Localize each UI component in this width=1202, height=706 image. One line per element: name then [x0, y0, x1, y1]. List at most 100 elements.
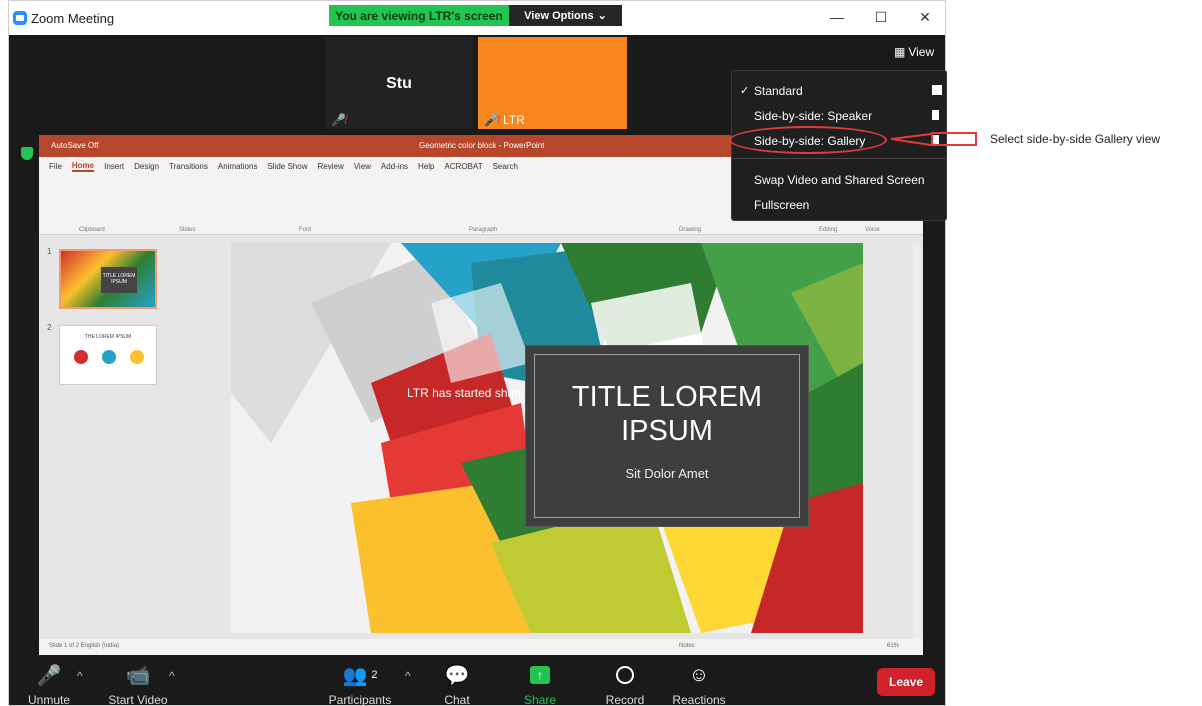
participants-icon: 👥 2 — [342, 664, 378, 687]
thumbnail-title: THE LOREM IPSUM — [84, 334, 132, 340]
ribbon-group-font: Font — [299, 227, 312, 233]
annotation-box — [931, 132, 977, 146]
record-button[interactable]: Record — [603, 661, 647, 706]
share-screen-button[interactable]: ↑ Share Screen — [505, 661, 575, 706]
meeting-toolbar: 🎤 Unmute ^ 📹 Start Video ^ 👥 2 Participan… — [9, 657, 945, 706]
ppt-status-bar: Slide 1 of 2 English (India) Notes 61% — [39, 639, 923, 655]
thumbnail-title: TITLE LOREM IPSUM — [101, 267, 137, 293]
slide-count-status: Slide 1 of 2 English (India) — [49, 643, 120, 649]
menu-item-standard[interactable]: Standard — [754, 84, 803, 98]
app-title: Zoom Meeting — [31, 11, 115, 26]
menu-item-fullscreen[interactable]: Fullscreen — [754, 198, 809, 212]
close-button[interactable]: ✕ — [915, 9, 935, 26]
ribbon-tab-search[interactable]: Search — [493, 162, 518, 171]
share-screen-label: Share Screen — [523, 693, 557, 706]
participant-name: LTR — [502, 113, 525, 127]
view-button[interactable]: ▦ View — [894, 45, 934, 59]
screen-share-banner: You are viewing LTR's screen View Option… — [329, 5, 622, 26]
viewing-label: You are viewing LTR's screen — [329, 5, 509, 26]
start-video-label: Start Video — [108, 693, 168, 706]
chat-icon: 💬 — [444, 664, 470, 687]
participants-count: 2 — [371, 669, 378, 681]
shield-icon[interactable] — [21, 147, 33, 160]
menu-item-swap-video[interactable]: Swap Video and Shared Screen — [754, 173, 925, 187]
grid-icon: ▦ — [894, 45, 906, 59]
slide-subtitle: Sit Dolor Amet — [625, 466, 709, 481]
menu-divider — [732, 158, 946, 159]
mic-muted-icon: 🎤 — [36, 664, 62, 687]
participants-label: Participants — [328, 693, 392, 706]
ribbon-tab-home[interactable]: Home — [71, 161, 95, 172]
speaker-layout-icon — [932, 110, 939, 120]
ribbon-tab-slide-show[interactable]: Slide Show — [267, 162, 307, 171]
zoom-percentage: 61% — [887, 643, 900, 649]
slide-thumbnail-1[interactable]: TITLE LOREM IPSUM — [59, 249, 157, 309]
reactions-label: Reactions — [672, 693, 726, 706]
leave-button[interactable]: Leave — [877, 668, 935, 696]
record-label: Record — [605, 693, 645, 706]
chevron-down-icon: ⌄ — [597, 10, 607, 22]
ribbon-group-slides: Slides — [179, 227, 196, 233]
slide-number: 2 — [47, 323, 52, 332]
ribbon-tab-view[interactable]: View — [354, 162, 371, 171]
unmute-label: Unmute — [27, 693, 71, 706]
autosave-label: AutoSave Off — [51, 141, 99, 150]
screenshot-root: Zoom Meeting You are viewing LTR's scree… — [0, 0, 1202, 706]
ribbon-tab-help[interactable]: Help — [418, 162, 434, 171]
ribbon-group-voice: Voice — [865, 227, 880, 233]
start-video-button[interactable]: 📹 Start Video — [105, 661, 171, 706]
vertical-scrollbar[interactable] — [913, 243, 921, 639]
zoom-window: Zoom Meeting You are viewing LTR's scree… — [8, 0, 947, 706]
circle-icon — [74, 350, 88, 364]
chat-button[interactable]: 💬 Chat — [437, 661, 477, 706]
participants-caret[interactable]: ^ — [405, 669, 411, 683]
notes-button[interactable]: Notes — [679, 643, 695, 649]
check-icon: ✓ — [740, 85, 750, 97]
video-off-icon: 📹 — [125, 664, 151, 687]
video-options-caret[interactable]: ^ — [169, 669, 175, 683]
share-screen-icon: ↑ — [505, 661, 575, 689]
unmute-button[interactable]: 🎤 Unmute — [27, 661, 71, 706]
minimize-button[interactable]: — — [827, 9, 847, 25]
ribbon-tab-file[interactable]: File — [49, 162, 62, 171]
ribbon-tab-acrobat[interactable]: ACROBAT — [445, 162, 483, 171]
maximize-button[interactable]: ☐ — [871, 9, 891, 26]
chat-label: Chat — [444, 693, 470, 706]
participant-tile-ltr[interactable]: 🎤̸ LTR — [478, 37, 627, 129]
grid-icon — [932, 85, 942, 95]
record-icon — [603, 661, 647, 689]
ribbon-group-clipboard: Clipboard — [79, 227, 105, 233]
reactions-button[interactable]: ☺ Reactions — [671, 661, 727, 706]
reactions-icon: ☺ — [688, 663, 710, 686]
participant-name: Stu — [386, 75, 412, 92]
title-bar: Zoom Meeting You are viewing LTR's scree… — [9, 1, 945, 35]
participant-tile-stu[interactable]: Stu 🎤̸ — [325, 37, 473, 129]
ppt-document-title: Geometric color block - PowerPoint — [419, 141, 545, 150]
menu-item-side-by-side-speaker[interactable]: Side-by-side: Speaker — [754, 109, 872, 123]
title-box[interactable]: TITLE LOREM IPSUM Sit Dolor Amet — [525, 345, 809, 527]
mic-muted-icon: 🎤̸ — [484, 113, 499, 127]
participants-button[interactable]: 👥 2 Participants — [327, 661, 393, 706]
view-options-button[interactable]: View Options ⌄ — [509, 5, 622, 26]
ribbon-group-drawing: Drawing — [679, 227, 702, 233]
mic-muted-icon: 🎤̸ — [331, 113, 346, 127]
slide-title: TITLE LOREM IPSUM — [571, 381, 763, 447]
ribbon-tab-add-ins[interactable]: Add-ins — [381, 162, 408, 171]
share-started-toast: LTR has started sharing — [407, 386, 535, 400]
ribbon-tab-review[interactable]: Review — [317, 162, 343, 171]
view-button-label: View — [908, 45, 935, 59]
slide-thumbnail-2[interactable]: THE LOREM IPSUM — [59, 325, 157, 385]
ribbon-group-paragraph: Paragraph — [469, 227, 498, 233]
circle-icon — [130, 350, 144, 364]
ribbon-group-editing: Editing — [819, 227, 838, 233]
audio-options-caret[interactable]: ^ — [77, 669, 83, 683]
tile-label: 🎤̸ — [331, 113, 346, 127]
ribbon-tab-transitions[interactable]: Transitions — [169, 162, 208, 171]
ribbon-tab-design[interactable]: Design — [134, 162, 159, 171]
slide-number: 1 — [47, 247, 52, 256]
ribbon-tab-insert[interactable]: Insert — [104, 162, 124, 171]
annotation-caption: Select side-by-side Gallery view — [990, 132, 1161, 146]
ribbon-tab-animations[interactable]: Animations — [218, 162, 258, 171]
view-options-label: View Options — [524, 9, 594, 22]
circle-icon — [102, 350, 116, 364]
